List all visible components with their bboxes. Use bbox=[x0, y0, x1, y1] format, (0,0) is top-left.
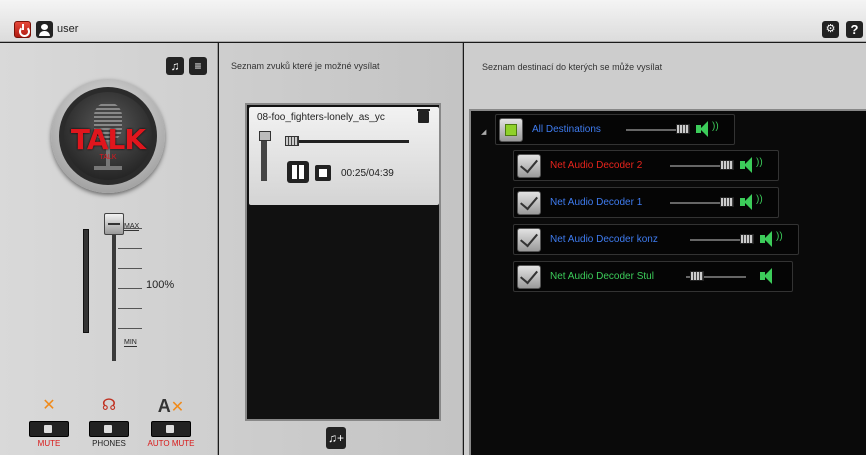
add-sound-button[interactable]: ♫+ bbox=[326, 427, 346, 449]
power-button[interactable] bbox=[14, 21, 31, 38]
volume-percent: 100% bbox=[146, 279, 175, 291]
talk-panel: ♫ ≡ TALK TALK MAX MIN 100% ✕ MUTE ☊ PHON… bbox=[0, 43, 218, 455]
phones-toggle[interactable] bbox=[89, 421, 129, 437]
destination-label: Net Audio Decoder Stul bbox=[550, 271, 654, 282]
mute-icon: ✕ bbox=[42, 397, 56, 414]
phones-label: PHONES bbox=[92, 439, 126, 448]
destination-label: Net Audio Decoder 2 bbox=[550, 160, 643, 171]
user-name: user bbox=[57, 23, 79, 35]
speaker-icon[interactable] bbox=[760, 268, 774, 284]
destination-volume-handle[interactable] bbox=[740, 234, 754, 244]
volume-fill bbox=[112, 231, 116, 361]
sound-item[interactable]: 08-foo_fighters-lonely_as_yc 00:25/04:39 bbox=[249, 107, 439, 205]
destination-label: All Destinations bbox=[532, 124, 601, 135]
destination-row[interactable]: Net Audio Decoder 2 )) bbox=[513, 150, 779, 181]
sound-title: 08-foo_fighters-lonely_as_yc bbox=[257, 112, 385, 123]
sound-time: 00:25/04:39 bbox=[341, 168, 394, 179]
settings-button[interactable]: ⚙ bbox=[822, 21, 839, 38]
mute-control: ✕ MUTE bbox=[28, 395, 70, 448]
sound-waves-icon: )) bbox=[756, 194, 763, 205]
checkmark-icon bbox=[520, 154, 538, 174]
sounds-panel-title: Seznam zvuků které je možné vysílat bbox=[231, 61, 380, 71]
destination-checkbox[interactable] bbox=[517, 154, 541, 178]
sound-list: 08-foo_fighters-lonely_as_yc 00:25/04:39 bbox=[245, 103, 441, 421]
destination-checkbox[interactable] bbox=[517, 265, 541, 289]
auto-mute-icon: A✕ bbox=[157, 396, 185, 416]
sound-volume-slider[interactable] bbox=[259, 131, 271, 181]
destination-checkbox[interactable] bbox=[517, 191, 541, 215]
volume-max-label: MAX bbox=[124, 223, 140, 231]
destination-row-all[interactable]: All Destinations )) bbox=[495, 114, 735, 145]
trash-icon[interactable] bbox=[417, 109, 430, 123]
destination-volume-handle[interactable] bbox=[690, 271, 704, 281]
destination-volume-handle[interactable] bbox=[676, 124, 690, 134]
help-button[interactable]: ? bbox=[846, 21, 863, 38]
checkmark-icon bbox=[520, 228, 538, 248]
destination-label: Net Audio Decoder konz bbox=[550, 234, 658, 245]
sound-waves-icon: )) bbox=[776, 231, 783, 242]
auto-mute-control: A✕ AUTO MUTE bbox=[142, 395, 200, 448]
music-note-icon[interactable]: ♫ bbox=[166, 57, 184, 75]
volume-slider-handle[interactable] bbox=[104, 213, 124, 235]
destination-row[interactable]: Net Audio Decoder Stul bbox=[513, 261, 793, 292]
checkmark-icon bbox=[520, 191, 538, 211]
auto-mute-letter: A bbox=[157, 396, 171, 416]
pause-button[interactable] bbox=[287, 161, 309, 183]
sound-progress-track[interactable] bbox=[285, 140, 409, 143]
headphones-icon: ☊ bbox=[101, 397, 117, 414]
speaker-icon[interactable] bbox=[740, 194, 754, 210]
destination-list: ◢ All Destinations )) Net Audio Decoder … bbox=[469, 109, 866, 455]
destination-label: Net Audio Decoder 1 bbox=[550, 197, 643, 208]
destination-row[interactable]: Net Audio Decoder konz )) bbox=[513, 224, 799, 255]
destination-volume-handle[interactable] bbox=[720, 160, 734, 170]
user-icon[interactable] bbox=[36, 21, 53, 38]
speaker-icon[interactable] bbox=[696, 121, 710, 137]
auto-mute-toggle[interactable] bbox=[151, 421, 191, 437]
speaker-icon[interactable] bbox=[740, 157, 754, 173]
volume-level-meter bbox=[83, 229, 89, 333]
sound-progress-handle[interactable] bbox=[285, 136, 299, 146]
collapse-arrow-icon[interactable]: ◢ bbox=[481, 128, 486, 136]
sound-waves-icon: )) bbox=[712, 121, 719, 132]
talk-ring: TALK TALK bbox=[59, 87, 157, 185]
destination-checkbox[interactable] bbox=[499, 118, 523, 142]
checkmark-icon bbox=[520, 265, 538, 285]
talk-sublabel: TALK bbox=[99, 154, 117, 161]
phones-control: ☊ PHONES bbox=[88, 395, 130, 448]
auto-mute-label: AUTO MUTE bbox=[147, 439, 195, 448]
list-icon[interactable]: ≡ bbox=[189, 57, 207, 75]
top-bar: user ⚙ ? bbox=[0, 0, 866, 42]
destination-volume-handle[interactable] bbox=[720, 197, 734, 207]
partial-check-icon bbox=[505, 124, 517, 136]
microphone-icon: TALK TALK bbox=[64, 92, 152, 180]
sounds-panel: Seznam zvuků které je možné vysílat 08-f… bbox=[219, 43, 463, 455]
stop-button[interactable] bbox=[315, 165, 331, 181]
talk-label: TALK bbox=[70, 123, 146, 156]
sound-waves-icon: )) bbox=[756, 157, 763, 168]
destinations-panel-title: Seznam destinací do kterých se může vysí… bbox=[482, 62, 663, 72]
mute-toggle[interactable] bbox=[29, 421, 69, 437]
mute-label: MUTE bbox=[37, 439, 61, 448]
destination-row[interactable]: Net Audio Decoder 1 )) bbox=[513, 187, 779, 218]
talk-button[interactable]: TALK TALK bbox=[51, 79, 165, 193]
destinations-panel: Seznam destinací do kterých se může vysí… bbox=[464, 43, 866, 455]
volume-min-label: MIN bbox=[124, 339, 137, 347]
speaker-icon[interactable] bbox=[760, 231, 774, 247]
destination-checkbox[interactable] bbox=[517, 228, 541, 252]
volume-ticks bbox=[118, 228, 142, 348]
